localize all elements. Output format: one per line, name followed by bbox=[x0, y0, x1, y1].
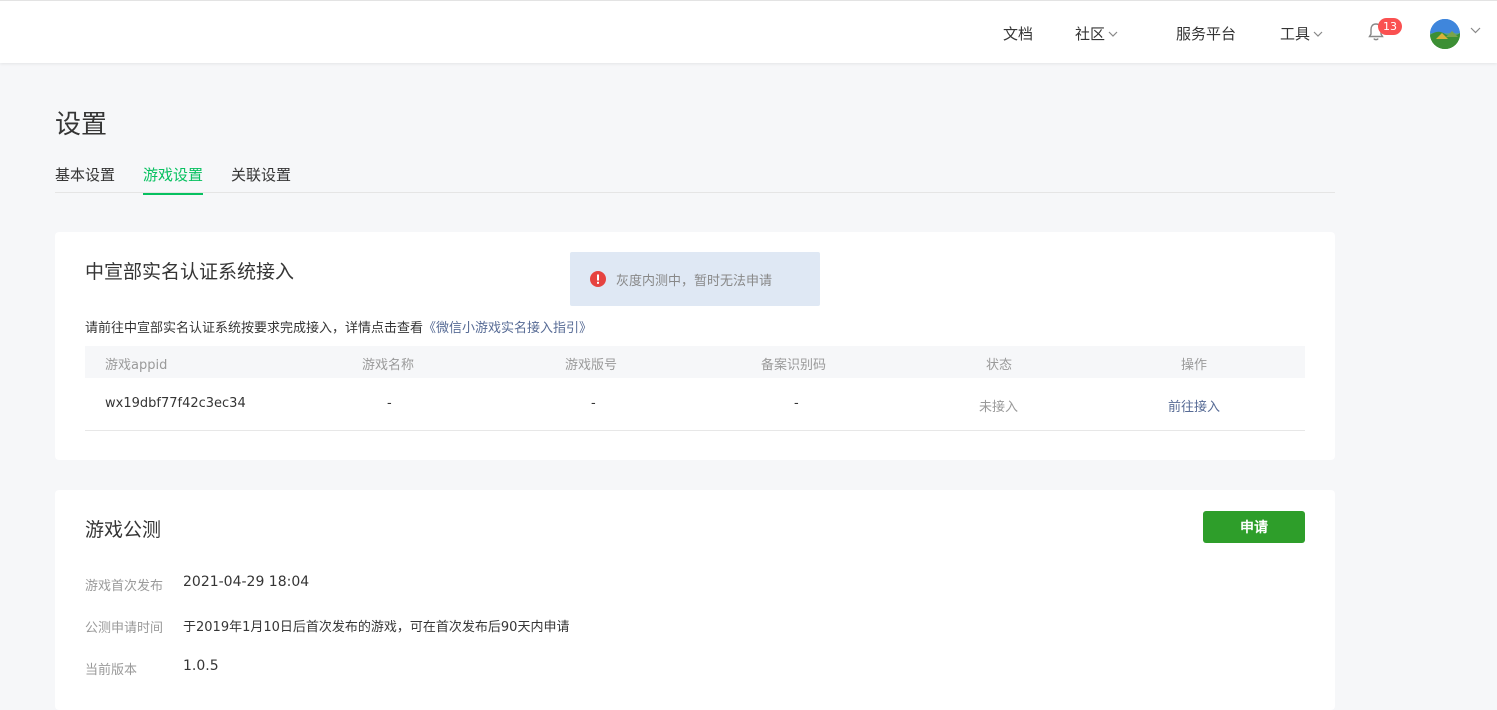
go-connect-link[interactable]: 前往接入 bbox=[1168, 396, 1220, 415]
current-version-value: 1.0.5 bbox=[183, 658, 219, 674]
toast-message: 灰度内测中，暂时无法申请 bbox=[616, 274, 773, 289]
column-header: 游戏appid bbox=[105, 358, 168, 373]
tab-game-settings[interactable]: 游戏设置 bbox=[143, 164, 204, 195]
error-icon bbox=[590, 271, 606, 287]
nav-docs[interactable]: 文档 bbox=[1003, 23, 1033, 44]
column-header: 备案识别码 bbox=[761, 358, 827, 373]
realname-table: 游戏appid 游戏名称 游戏版号 备案识别码 状态 操作 wx19dbf77f… bbox=[85, 346, 1305, 431]
column-header: 游戏名称 bbox=[362, 358, 415, 373]
nav-tools[interactable]: 工具 bbox=[1280, 23, 1323, 44]
avatar[interactable] bbox=[1430, 19, 1460, 49]
public-test-title: 游戏公测 bbox=[85, 519, 162, 541]
first-release-label: 游戏首次发布 bbox=[85, 579, 164, 594]
public-test-card: 游戏公测 申请 游戏首次发布 2021-04-29 18:04 公测申请时间 于… bbox=[55, 490, 1335, 710]
tab-linked-settings[interactable]: 关联设置 bbox=[231, 164, 291, 193]
apply-time-label: 公测申请时间 bbox=[85, 621, 164, 636]
notification-badge: 13 bbox=[1378, 18, 1402, 35]
apply-time-value: 于2019年1月10日后首次发布的游戏，可在首次发布后90天内申请 bbox=[183, 620, 570, 635]
column-header: 游戏版号 bbox=[565, 358, 618, 373]
top-nav-bar: 文档 社区 服务平台 工具 13 bbox=[0, 0, 1497, 63]
column-header: 操作 bbox=[1181, 358, 1208, 373]
cell-appid: wx19dbf77f42c3ec34 bbox=[105, 396, 246, 411]
chevron-down-icon bbox=[1313, 31, 1323, 37]
column-header: 状态 bbox=[986, 358, 1013, 373]
nav-tools-label: 工具 bbox=[1280, 25, 1311, 43]
realname-auth-description: 请前往中宣部实名认证系统按要求完成接入，详情点击查看《微信小游戏实名接入指引》 bbox=[85, 317, 592, 336]
description-text: 请前往中宣部实名认证系统按要求完成接入，详情点击查看 bbox=[85, 321, 424, 336]
info-toast: 灰度内测中，暂时无法申请 bbox=[570, 252, 820, 306]
chevron-down-icon bbox=[1108, 31, 1118, 37]
nav-community-label: 社区 bbox=[1075, 25, 1106, 43]
cell-license: - bbox=[591, 396, 596, 411]
settings-tabs: 基本设置 游戏设置 关联设置 bbox=[55, 163, 1335, 195]
nav-community[interactable]: 社区 bbox=[1075, 23, 1118, 44]
cell-status: 未接入 bbox=[979, 400, 1019, 415]
table-row: wx19dbf77f42c3ec34 - - - 未接入 前往接入 bbox=[85, 378, 1305, 431]
page-title: 设置 bbox=[55, 110, 108, 140]
cell-record-code: - bbox=[794, 396, 799, 411]
realname-auth-title: 中宣部实名认证系统接入 bbox=[85, 261, 295, 283]
chevron-down-icon[interactable] bbox=[1470, 27, 1481, 34]
avatar-image bbox=[1430, 19, 1460, 49]
apply-button[interactable]: 申请 bbox=[1203, 511, 1305, 543]
cell-game-name: - bbox=[387, 396, 392, 411]
table-header: 游戏appid 游戏名称 游戏版号 备案识别码 状态 操作 bbox=[85, 346, 1305, 378]
current-version-label: 当前版本 bbox=[85, 663, 138, 678]
first-release-value: 2021-04-29 18:04 bbox=[183, 574, 310, 590]
tab-basic-settings[interactable]: 基本设置 bbox=[55, 164, 115, 193]
nav-service-platform[interactable]: 服务平台 bbox=[1176, 23, 1236, 44]
realname-guide-link[interactable]: 《微信小游戏实名接入指引》 bbox=[423, 321, 592, 336]
